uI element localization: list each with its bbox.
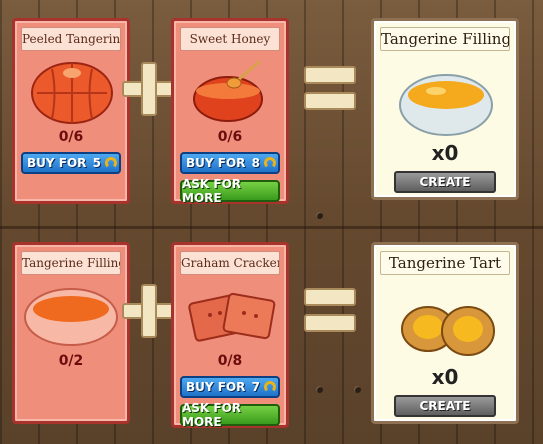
- ingredient-count: 0/8: [217, 353, 243, 369]
- ingredient-card-tangerine-filling: Tangerine Filling 0/2: [12, 242, 130, 424]
- result-count: x0: [431, 365, 459, 389]
- buy-label: BUY FOR: [186, 380, 246, 394]
- ingredient-count: 0/2: [58, 353, 84, 369]
- buy-button[interactable]: BUY FOR 7: [180, 376, 280, 398]
- ingredient-title: Sweet Honey: [180, 27, 280, 51]
- plus-icon: [122, 62, 176, 116]
- ingredient-count: 0/6: [217, 129, 243, 145]
- result-count: x0: [431, 141, 459, 165]
- tangerine-filling-icon: [24, 288, 118, 346]
- nail-icon: [316, 386, 323, 393]
- ingredient-title: Peeled Tangerine: [21, 27, 121, 51]
- horseshoe-icon: [105, 157, 117, 169]
- ingredient-count: 0/6: [58, 129, 84, 145]
- ingredient-card-sweet-honey: Sweet Honey 0/6 BUY FOR 8 ASK FOR MORE: [171, 18, 289, 205]
- ingredient-title: Graham Cracker: [180, 251, 280, 275]
- ingredient-card-graham-cracker: Graham Cracker 0/8 BUY FOR 7 ASK FOR MOR…: [171, 242, 289, 429]
- buy-price: 8: [251, 156, 260, 170]
- nail-icon: [354, 386, 361, 393]
- ask-for-more-button[interactable]: ASK FOR MORE: [180, 401, 280, 429]
- sweet-honey-icon: [193, 59, 263, 122]
- buy-button[interactable]: BUY FOR 8: [180, 152, 280, 174]
- buy-label: BUY FOR: [27, 156, 87, 170]
- plank-divider: [0, 226, 543, 229]
- plus-icon: [122, 284, 176, 338]
- tangerine-tart-icon: [401, 306, 495, 356]
- result-card-tangerine-tart: Tangerine Tart x0 CREATE: [371, 242, 519, 424]
- result-card-tangerine-filling: Tangerine Filling x0 CREATE: [371, 18, 519, 200]
- result-title: Tangerine Tart: [380, 251, 510, 275]
- horseshoe-icon: [264, 381, 276, 393]
- nail-icon: [316, 212, 323, 219]
- buy-label: BUY FOR: [186, 156, 246, 170]
- equals-icon: [304, 62, 356, 116]
- graham-cracker-icon: [188, 292, 276, 342]
- buy-button[interactable]: BUY FOR 5: [21, 152, 121, 174]
- equals-icon: [304, 284, 356, 338]
- horseshoe-icon: [264, 157, 276, 169]
- tangerine-filling-icon: [399, 74, 493, 136]
- ingredient-card-peeled-tangerine: Peeled Tangerine 0/6 BUY FOR 5: [12, 18, 130, 204]
- result-title: Tangerine Filling: [380, 27, 510, 51]
- ask-for-more-button[interactable]: ASK FOR MORE: [180, 177, 280, 205]
- peeled-tangerine-icon: [31, 62, 113, 124]
- create-button[interactable]: CREATE: [394, 171, 496, 193]
- buy-price: 5: [92, 156, 101, 170]
- create-button[interactable]: CREATE: [394, 395, 496, 417]
- buy-price: 7: [251, 380, 260, 394]
- ingredient-title: Tangerine Filling: [21, 251, 121, 275]
